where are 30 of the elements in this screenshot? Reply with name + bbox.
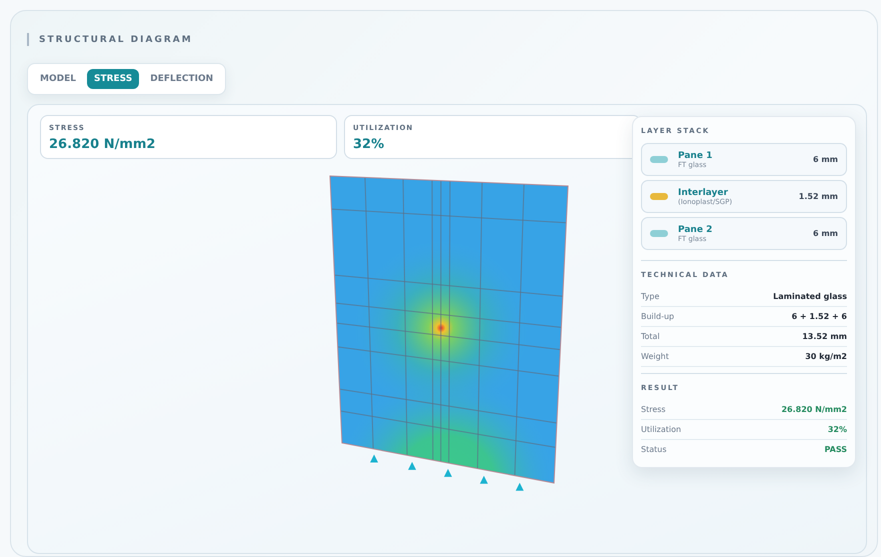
- section-title: STRUCTURAL DIAGRAM: [39, 34, 193, 44]
- view-tab[interactable]: STRESS: [86, 69, 140, 89]
- data-value: Laminated glass: [773, 292, 847, 301]
- view-tab[interactable]: MODEL: [33, 69, 83, 89]
- data-value: 6 + 1.52 + 6: [792, 312, 847, 321]
- layer-thickness: 6 mm: [812, 155, 838, 164]
- result-label: Stress: [641, 405, 666, 414]
- data-label: Type: [641, 292, 660, 301]
- stat-value: 32%: [353, 137, 386, 152]
- data-value: 30 kg/m2: [805, 352, 847, 361]
- layer-name: Pane 2: [678, 224, 714, 234]
- support-icon: [408, 462, 416, 470]
- layer-thickness: 1.52 mm: [798, 192, 838, 201]
- support-icon: [480, 476, 488, 484]
- result-label: Utilization: [641, 425, 682, 434]
- view-tab[interactable]: DEFLECTION: [143, 69, 220, 89]
- support-icon: [444, 468, 452, 477]
- data-label: Build-up: [641, 312, 674, 321]
- stat-value: 26.820 N/mm2: [49, 137, 156, 152]
- result-value: 32%: [828, 425, 847, 434]
- result-value: 26.820 N/mm2: [781, 405, 847, 414]
- layer-name: Interlayer: [678, 188, 729, 198]
- layer-thickness: 6 mm: [812, 229, 838, 238]
- data-value: 13.52 mm: [802, 332, 847, 341]
- layer-name: Pane 1: [678, 150, 714, 160]
- result-label: Status: [641, 445, 666, 454]
- data-label: Total: [641, 332, 660, 341]
- support-icon: [370, 454, 378, 462]
- result-value: PASS: [824, 445, 847, 454]
- data-label: Weight: [641, 352, 669, 361]
